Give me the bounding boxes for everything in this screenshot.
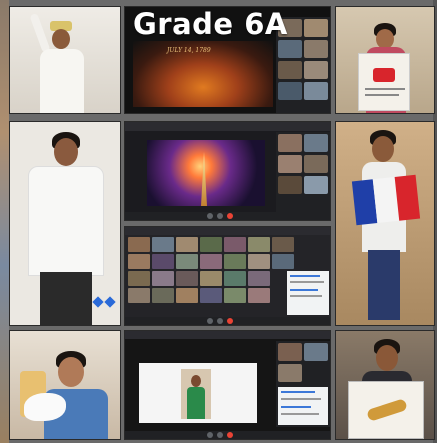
video-call-bastille: JULY 14, 1789 Grade 6A [124, 6, 331, 114]
video-call-presentation [124, 330, 331, 440]
camera-button[interactable] [217, 432, 223, 438]
end-call-button[interactable] [227, 432, 233, 438]
end-call-button[interactable] [227, 213, 233, 219]
browser-tab-strip [125, 227, 330, 235]
browser-tab-strip [125, 331, 330, 339]
baguette-icon [366, 398, 408, 422]
chat-panel [287, 271, 329, 315]
student-head [376, 345, 398, 371]
paper-dove [24, 393, 66, 421]
student-head [58, 357, 84, 387]
chat-panel [278, 387, 328, 425]
white-shirt [28, 166, 104, 276]
video-date-caption: JULY 14, 1789 [167, 47, 211, 54]
end-call-button[interactable] [227, 318, 233, 324]
photo-student-standing [9, 121, 121, 326]
photo-student-dove [9, 330, 121, 440]
white-costume [40, 49, 84, 113]
photo-student-poster [335, 6, 435, 114]
photo-student-costume [9, 6, 121, 114]
mic-button[interactable] [207, 213, 213, 219]
dark-trousers [40, 272, 92, 325]
handmade-poster [358, 53, 410, 111]
student-head [372, 136, 394, 162]
mic-button[interactable] [207, 432, 213, 438]
camera-button[interactable] [217, 318, 223, 324]
meet-control-bar [125, 431, 330, 439]
baguette-drawing [348, 381, 424, 439]
participant-sidebar [276, 341, 330, 427]
participant-sidebar [276, 132, 330, 212]
collage-left-edge [0, 0, 9, 443]
blue-decoration [104, 296, 116, 308]
photo-collage: JULY 14, 1789 Grade 6A [0, 0, 437, 443]
photo-student-baguette [335, 330, 435, 440]
blue-decoration [92, 296, 104, 308]
photo-student-french-flag [335, 121, 435, 326]
camera-button[interactable] [217, 213, 223, 219]
meet-control-bar [125, 212, 330, 220]
video-call-gallery [124, 226, 331, 326]
grade-title: Grade 6A [133, 7, 288, 41]
student-head [54, 138, 78, 166]
presenter-video [181, 369, 211, 419]
student-head [52, 29, 70, 49]
meet-control-bar [125, 317, 330, 325]
french-flag [351, 174, 421, 226]
mic-button[interactable] [207, 318, 213, 324]
video-call-fireworks [124, 121, 331, 221]
student-head [376, 29, 394, 49]
blue-shorts [368, 250, 400, 320]
browser-tab-strip [125, 122, 330, 131]
